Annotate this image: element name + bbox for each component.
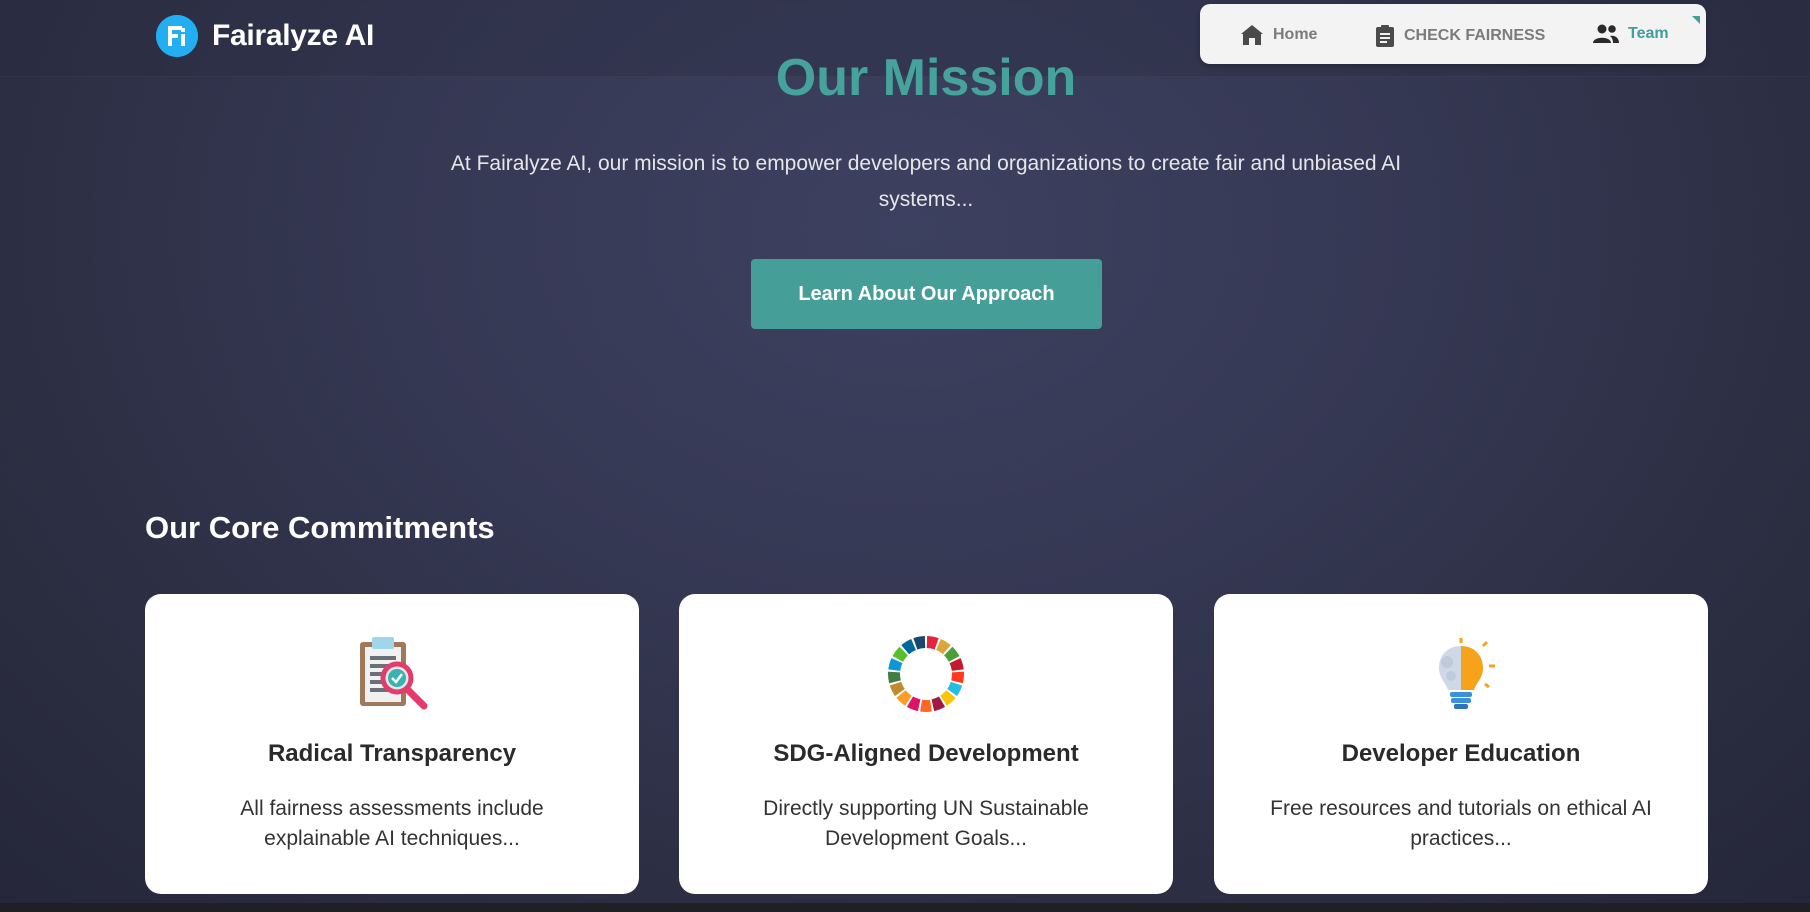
- nav-corner-accent: [1692, 16, 1700, 24]
- nav-item-label: Team: [1628, 25, 1669, 42]
- mission-text: At Fairalyze AI, our mission is to empow…: [450, 152, 1402, 211]
- card-title: SDG-Aligned Development: [773, 740, 1079, 767]
- sdg-wheel-segment: [913, 636, 926, 650]
- card-title: Developer Education: [1341, 740, 1581, 767]
- card-title: Radical Transparency: [267, 740, 517, 767]
- commitment-card-sdg: SDG-Aligned Development Directly support…: [679, 594, 1173, 894]
- page-title: Our Mission: [775, 49, 1077, 107]
- sdg-wheel-segment: [888, 671, 901, 684]
- learn-approach-button[interactable]: Learn About Our Approach: [751, 259, 1102, 329]
- nav-item-label: CHECK FAIRNESS: [1404, 27, 1546, 44]
- clipboard-magnifier-icon: [352, 634, 432, 714]
- bottom-strip: [0, 903, 1810, 912]
- sdg-wheel-segment: [926, 636, 939, 650]
- card-text: Directly supporting UN Sustainable Devel…: [763, 797, 1089, 850]
- card-text: All fairness assessments include explain…: [240, 797, 544, 850]
- team-icon: [1593, 24, 1619, 43]
- home-icon: [1241, 25, 1263, 45]
- sdg-wheel-segment: [951, 671, 964, 684]
- nav-item-label: Home: [1273, 26, 1318, 43]
- sdg-wheel-segment: [920, 699, 932, 712]
- nav-item-check-fairness[interactable]: CHECK FAIRNESS: [1375, 24, 1545, 48]
- nav-item-team[interactable]: Team: [1593, 24, 1669, 44]
- clipboard-icon: [1376, 25, 1394, 47]
- commitment-card-transparency: Radical Transparency All fairness assess…: [145, 594, 639, 894]
- lightbulb-brain-icon: [1421, 634, 1501, 714]
- section-title: Our Core Commitments: [145, 510, 495, 545]
- card-text: Free resources and tutorials on ethical …: [1270, 797, 1652, 850]
- sdg-wheel-icon: [886, 634, 966, 714]
- commitment-card-education: Developer Education Free resources and t…: [1214, 594, 1708, 894]
- nav-item-home[interactable]: Home: [1240, 24, 1317, 46]
